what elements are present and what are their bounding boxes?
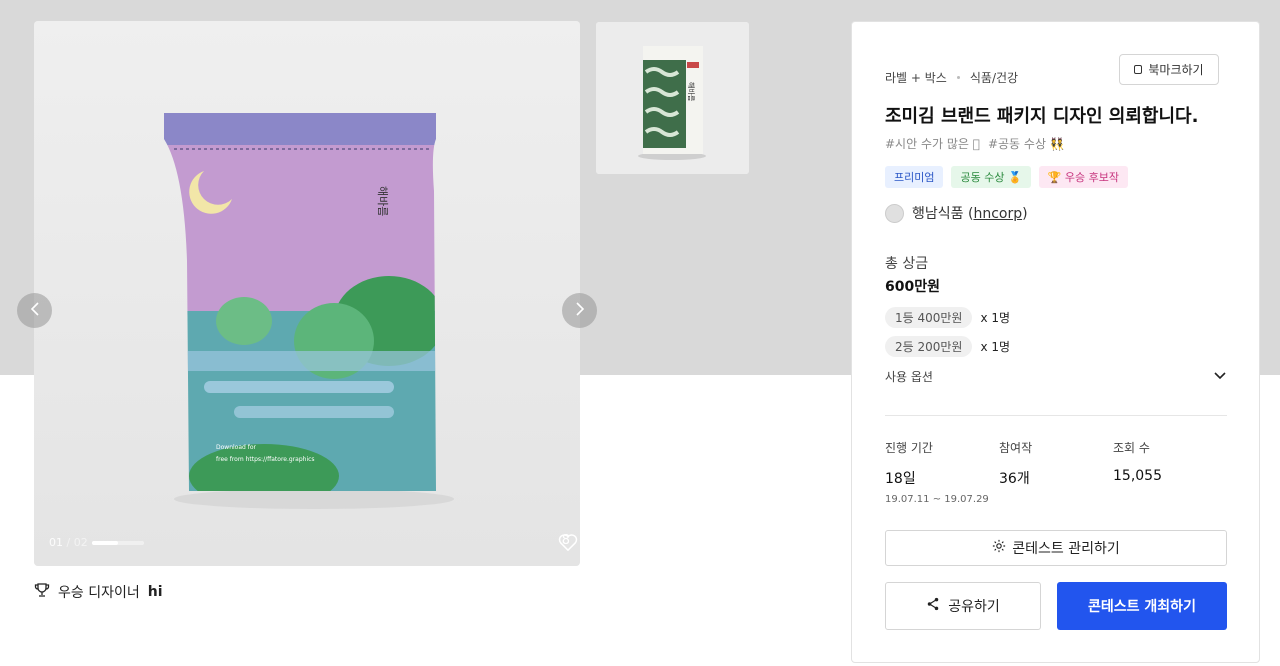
chevron-down-icon: [1213, 370, 1227, 384]
prize-count: x 1명: [980, 311, 1011, 325]
gallery-progress: [92, 541, 144, 545]
thumbnail-package-illustration: 해바름: [596, 22, 749, 174]
breadcrumb-subcategory[interactable]: 식품/건강: [970, 69, 1018, 86]
breadcrumb-category[interactable]: 라벨 + 박스: [885, 69, 947, 86]
image-current: 01: [49, 536, 63, 549]
hashtag-item[interactable]: #공동 수상 👯: [988, 135, 1065, 152]
designer-name[interactable]: hi: [148, 584, 163, 600]
host-contest-label: 콘테스트 개최하기: [1088, 599, 1196, 615]
chevron-left-icon: [29, 301, 41, 321]
chevron-right-icon: [574, 301, 586, 321]
stat-entries-label: 참여작: [999, 441, 1033, 455]
bookmark-button[interactable]: 북마크하기: [1119, 54, 1219, 85]
gallery-next-button[interactable]: [562, 293, 597, 328]
host-id[interactable]: hncorp: [973, 206, 1022, 222]
main-product-image[interactable]: 해바름 Download for free from https://ffato…: [34, 21, 580, 566]
stat-views-label: 조회 수: [1113, 441, 1150, 455]
prize-row: 2등 200만원 x 1명: [885, 336, 1010, 357]
seaweed-package-illustration: 해바름 Download for free from https://ffato…: [34, 21, 580, 566]
host-name: 행남식품: [912, 206, 964, 222]
avatar: [885, 203, 904, 223]
manage-contest-button[interactable]: 콘테스트 관리하기: [885, 530, 1227, 566]
prize-rank: 1등 400만원: [885, 307, 973, 328]
breadcrumb: 라벨 + 박스 식품/건강: [885, 69, 1018, 86]
svg-text:해바름: 해바름: [687, 82, 696, 102]
divider: [885, 415, 1227, 416]
host-contest-button[interactable]: 콘테스트 개최하기: [1057, 582, 1227, 630]
prize-row: 1등 400만원 x 1명: [885, 307, 1010, 328]
svg-text:free from https://ffatore.grap: free from https://ffatore.graphics: [216, 456, 315, 463]
thumbnail-image[interactable]: 해바름: [596, 22, 749, 174]
share-icon: [926, 597, 940, 615]
bookmark-label: 북마크하기: [1148, 63, 1204, 77]
stat-period: 진행 기간 18일 19.07.11 ~ 19.07.29: [885, 439, 989, 505]
stat-period-range: 19.07.11 ~ 19.07.29: [885, 494, 989, 505]
winner-candidate-badge: 🏆 우승 후보작: [1038, 166, 1128, 188]
hashtag-item[interactable]: #시안 수가 많은 🏽: [885, 135, 980, 152]
options-toggle[interactable]: 사용 옵션: [885, 368, 1227, 385]
gallery-progress-fill: [92, 541, 118, 545]
prize-count: x 1명: [980, 340, 1011, 354]
stat-views: 조회 수 15,055: [1113, 439, 1162, 484]
designer-label: 우승 디자이너: [58, 585, 140, 601]
share-label: 공유하기: [948, 599, 1000, 615]
bookmark-icon: [1134, 65, 1143, 74]
share-button[interactable]: 공유하기: [885, 582, 1041, 630]
hashtag-list: #시안 수가 많은 🏽 #공동 수상 👯: [885, 135, 1065, 152]
image-total: 02: [73, 536, 88, 549]
svg-text:Download for: Download for: [216, 444, 257, 451]
like-button[interactable]: 8: [558, 533, 577, 551]
contest-title: 조미김 브랜드 패키지 디자인 의뢰합니다.: [885, 106, 1199, 127]
stat-views-value: 15,055: [1113, 468, 1162, 484]
svg-text:해바름: 해바름: [376, 186, 390, 216]
contest-info-panel: 라벨 + 박스 식품/건강 북마크하기 조미김 브랜드 패키지 디자인 의뢰합니…: [851, 21, 1260, 663]
image-counter: 01 / 02: [49, 536, 88, 549]
image-separator: /: [63, 536, 74, 549]
winner-designer: 우승 디자이너 hi: [34, 582, 163, 602]
prize-total: 600만원: [885, 279, 940, 295]
stat-period-value: 18일: [885, 471, 916, 487]
stat-entries: 참여작 36개: [999, 439, 1032, 488]
joint-award-badge: 공동 수상 🏅: [951, 166, 1031, 188]
stat-period-label: 진행 기간: [885, 441, 933, 455]
host-info[interactable]: 행남식품 (hncorp): [885, 203, 1028, 223]
premium-badge: 프리미엄: [885, 166, 944, 188]
prize-rank: 2등 200만원: [885, 336, 973, 357]
prize-label: 총 상금: [885, 256, 929, 272]
gear-icon: [992, 539, 1006, 557]
manage-contest-label: 콘테스트 관리하기: [1012, 541, 1120, 557]
options-label: 사용 옵션: [885, 370, 933, 384]
breadcrumb-separator: [956, 76, 960, 79]
gallery-prev-button[interactable]: [17, 293, 52, 328]
stat-entries-value: 36개: [999, 471, 1030, 487]
trophy-icon: [34, 582, 50, 602]
badge-list: 프리미엄 공동 수상 🏅 🏆 우승 후보작: [885, 166, 1128, 188]
